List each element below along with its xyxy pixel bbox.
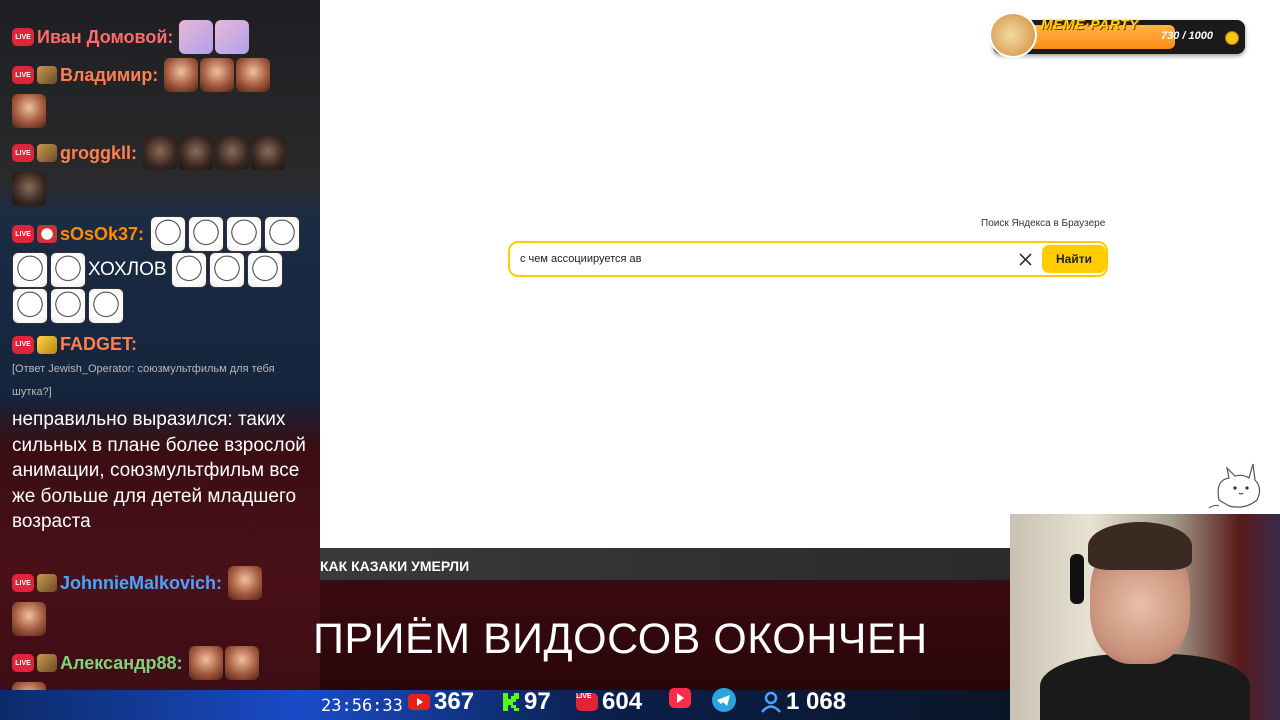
emote-icon: [200, 58, 235, 92]
meme-party-title: MEME·PARTY: [1041, 16, 1139, 32]
vk-live-count: 604: [602, 688, 643, 715]
headset-icon: [1070, 554, 1084, 604]
emote-icon: [50, 288, 86, 324]
emote-row: [12, 602, 46, 636]
banner-text: ПРИЁМ ВИДОСОВ ОКОНЧЕН: [313, 615, 928, 663]
clock: 23:56:33: [321, 696, 403, 716]
search-button[interactable]: Найти: [1042, 245, 1106, 273]
emote-row: ХОХЛОВ: [12, 252, 283, 288]
emote-icon: [150, 216, 187, 252]
emote-icon: [228, 566, 263, 600]
play-icon: [669, 688, 691, 708]
avatar: [37, 335, 57, 354]
viewers-stat: 1 068: [760, 688, 846, 716]
emote-row: [12, 172, 46, 206]
emote-icon: [208, 252, 245, 288]
emote-icon: [50, 252, 86, 288]
chat-message: LIVE Владимир:: [12, 58, 271, 92]
video-stat: [669, 688, 695, 708]
emote-icon: [143, 136, 177, 170]
vk-live-icon: LIVE: [576, 693, 598, 711]
live-icon: LIVE: [12, 28, 34, 46]
telegram-icon: [712, 688, 736, 712]
emote-icon: [179, 20, 214, 54]
chat-username: JohnnieMalkovich:: [60, 572, 223, 593]
emote-icon: [12, 94, 46, 128]
live-icon: LIVE: [12, 66, 34, 84]
chat-panel: LIVE Иван Домовой: LIVE Владимир: LIVE g…: [0, 0, 320, 720]
reply-quote: [Ответ Jewish_Operator: союзмультфильм д…: [12, 363, 275, 398]
emote-icon: [12, 252, 48, 288]
chat-message: LIVE sOsOk37:: [12, 216, 301, 252]
chat-username: FADGET:: [60, 334, 138, 354]
chat-message: LIVE JohnnieMalkovich:: [12, 566, 263, 600]
live-icon: LIVE: [12, 225, 34, 243]
avatar: [37, 574, 57, 592]
live-icon: LIVE: [12, 574, 34, 592]
kick-icon: [503, 693, 519, 711]
live-icon: LIVE: [12, 335, 34, 354]
emote-icon: [12, 172, 46, 206]
emote-icon: [215, 20, 250, 54]
live-icon: LIVE: [12, 654, 34, 672]
emote-icon: [188, 216, 225, 252]
chat-message: LIVE groggkll:: [12, 136, 285, 170]
telegram-stat: [712, 688, 740, 712]
youtube-count: 367: [434, 688, 475, 715]
emote-icon: [179, 136, 213, 170]
video-title-bar: КАК КАЗАКИ УМЕРЛИ: [320, 548, 1010, 580]
youtube-stat: 367: [408, 688, 474, 716]
webcam-feed: [1010, 514, 1280, 720]
meme-party-count: 730 / 1000: [1161, 30, 1213, 42]
chat-message: LIVE FADGET:: [12, 334, 137, 355]
emote-icon: [12, 602, 46, 636]
chat-message: LIVE Александр88:: [12, 646, 259, 680]
emote-icon: [236, 58, 271, 92]
emote-icon: [88, 288, 124, 324]
viewers-count: 1 068: [786, 688, 847, 715]
cat-doodle-icon: [1208, 463, 1261, 509]
chat-username: Александр88:: [60, 652, 183, 673]
emote-icon: [164, 58, 199, 92]
avatar: [37, 654, 57, 672]
live-icon: LIVE: [12, 144, 34, 162]
emote-icon: [264, 216, 301, 252]
search-box: Найти: [508, 241, 1108, 277]
kick-count: 97: [524, 688, 551, 715]
emote-row: [12, 288, 124, 324]
chat-text: неправильно выразился: таких сильных в п…: [12, 409, 306, 532]
emote-icon: [170, 252, 207, 288]
search-caption: Поиск Яндекса в Браузере: [981, 218, 1106, 229]
emote-icon: [251, 136, 285, 170]
chat-username: Иван Домовой:: [37, 26, 174, 47]
avatar: [37, 144, 57, 162]
emote-row: [12, 94, 46, 128]
emote-icon: [246, 252, 283, 288]
doge-icon: [989, 12, 1037, 58]
coin-icon: [1225, 31, 1239, 45]
youtube-icon: [408, 694, 430, 710]
chat-text: ХОХЛОВ: [88, 259, 167, 280]
emote-icon: [224, 646, 259, 680]
video-title: КАК КАЗАКИ УМЕРЛИ: [320, 558, 470, 574]
vk-live-stat: LIVE 604: [576, 688, 642, 716]
avatar: [37, 66, 57, 84]
avatar: [37, 225, 57, 243]
chat-username: groggkll:: [60, 142, 137, 163]
chat-username: Владимир:: [60, 64, 159, 85]
user-icon: [761, 691, 781, 713]
webcam-hair: [1088, 522, 1192, 570]
emote-icon: [12, 288, 48, 324]
close-icon[interactable]: [1018, 252, 1033, 267]
meme-party-widget: MEME·PARTY 730 / 1000: [989, 12, 1245, 58]
chat-message: LIVE Иван Домовой:: [12, 20, 250, 54]
emote-icon: [215, 136, 249, 170]
search-input[interactable]: [520, 243, 1000, 275]
emote-icon: [226, 216, 263, 252]
kick-stat: 97: [502, 688, 551, 716]
chat-username: sOsOk37:: [60, 223, 145, 244]
emote-icon: [188, 646, 223, 680]
